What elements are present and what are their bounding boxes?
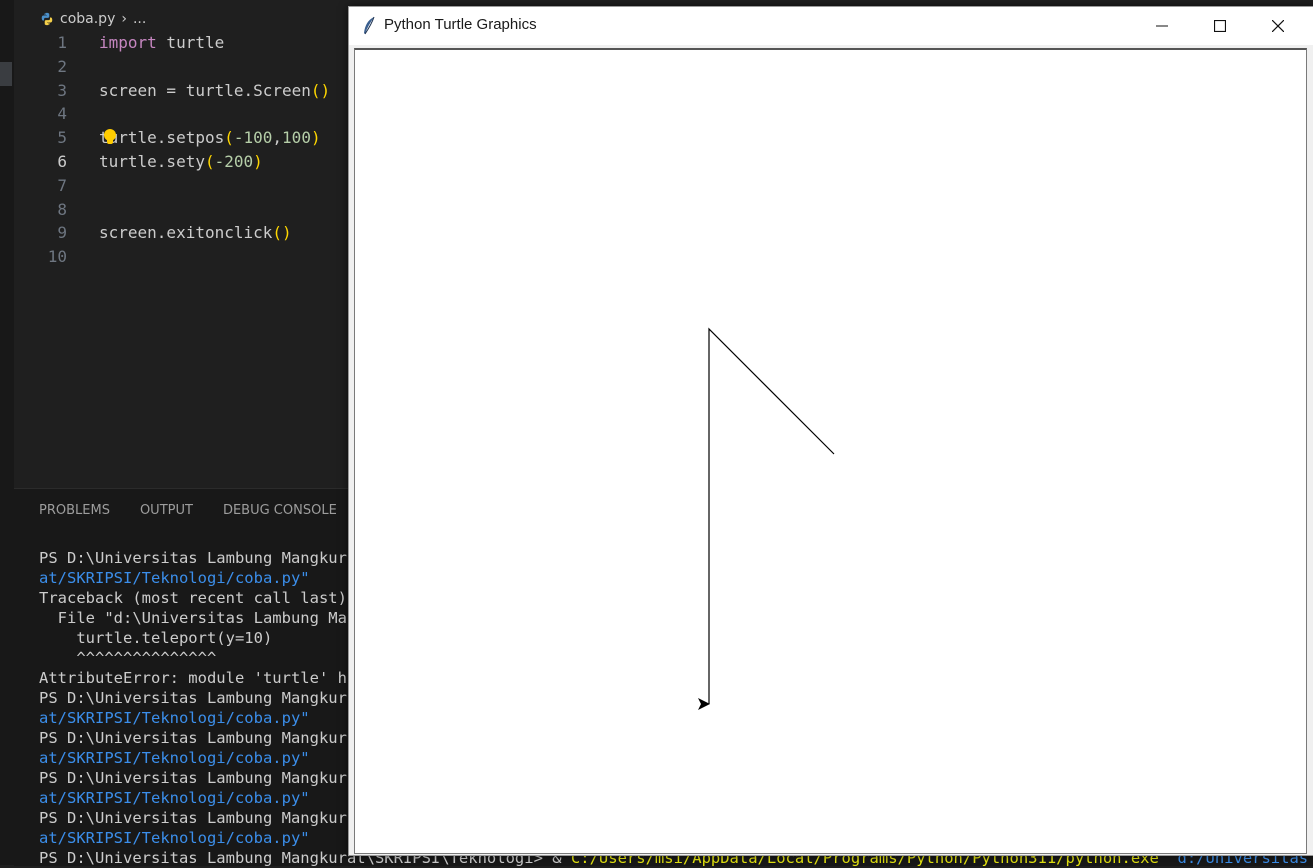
code-token: ( [204,151,215,171]
minimize-button[interactable] [1139,7,1185,45]
minimize-icon [1156,25,1168,27]
terminal-link[interactable]: at/SKRIPSI/Teknologi/coba.py" [39,569,310,587]
turtle-drawing [698,327,835,710]
turtle-path [708,327,835,704]
code-token: ) [253,151,263,171]
activity-indicator [0,62,12,86]
code-token: screen.exitonclick [99,223,273,243]
terminal-text: PS D:\Universitas Lambung Mangkurat [39,689,366,707]
code-token: -200 [214,151,254,171]
maximize-button[interactable] [1197,7,1243,45]
code-text[interactable]: turtle.sety(-200) [99,150,263,174]
python-file-icon [41,12,53,26]
code-token: import [99,33,157,52]
terminal-text: turtle.teleport(y=10) [39,629,273,647]
line-number: 6 [57,151,67,171]
terminal-link[interactable]: at/SKRIPSI/Teknologi/coba.py" [39,709,310,727]
code-token: () [310,80,331,100]
code-token: screen = turtle.Screen [99,80,311,100]
line-number: 9 [57,223,67,243]
breadcrumb[interactable]: coba.py › ... [40,8,146,30]
code-token: -100 [233,128,273,148]
code-token: , [272,128,283,148]
panel-tab[interactable]: OUTPUT [140,503,193,518]
line-number: 10 [47,247,67,267]
line-number: 8 [57,199,67,219]
code-text[interactable]: screen.exitonclick() [99,221,292,245]
line-number: 2 [57,56,67,76]
turtle-cursor-icon [698,698,710,710]
code-token: ( [224,128,234,148]
code-token: 100 [282,128,311,148]
terminal-link[interactable]: at/SKRIPSI/Teknologi/coba.py" [39,829,310,847]
feather-icon [364,16,375,35]
terminal-text: PS D:\Universitas Lambung Mangkurat [39,809,366,827]
maximize-icon [1214,20,1226,32]
code-token: turtle.setpos [99,128,225,148]
line-number: 4 [57,104,67,124]
breadcrumb-more[interactable]: ... [133,11,146,27]
breadcrumb-file[interactable]: coba.py [60,11,115,27]
code-text[interactable]: turtle.setpos(-100,100) [99,126,321,150]
line-number: 7 [57,175,67,195]
terminal-link[interactable]: at/SKRIPSI/Teknologi/coba.py" [39,749,310,767]
panel-tabs: PROBLEMS OUTPUT DEBUG CONSOLE [39,503,337,518]
terminal-text: AttributeError: module 'turtle' has [39,669,366,687]
line-number: 3 [57,80,67,100]
line-number: 5 [57,128,67,148]
code-text[interactable]: screen = turtle.Screen() [99,79,330,103]
window-titlebar[interactable]: Python Turtle Graphics [349,7,1313,45]
turtle-graphics-window[interactable]: Python Turtle Graphics [348,6,1313,856]
panel-tab[interactable]: DEBUG CONSOLE [223,503,337,518]
code-token: ) [310,128,321,148]
terminal-text: PS D:\Universitas Lambung Mangkurat [39,549,366,567]
panel-tab[interactable]: PROBLEMS [39,503,110,518]
activity-bar [0,0,14,865]
close-icon [1272,20,1284,32]
terminal-text: ^^^^^^^^^^^^^^^ [39,649,217,667]
code-token: turtle [156,33,225,52]
code-token: () [272,223,292,243]
code-token: turtle.sety [99,151,205,171]
chevron-right-icon: › [121,11,127,27]
terminal-text: File "d:\Universitas Lambung Mang [39,609,366,627]
terminal-text: PS D:\Universitas Lambung Mangkurat [39,729,366,747]
terminal-text: PS D:\Universitas Lambung Mangkurat [39,769,366,787]
line-number: 1 [57,33,67,52]
terminal-link[interactable]: at/SKRIPSI/Teknologi/coba.py" [39,789,310,807]
terminal-text: Traceback (most recent call last): [39,589,357,607]
code-text[interactable]: import turtle [99,31,224,55]
close-button[interactable] [1255,7,1301,45]
window-title: Python Turtle Graphics [384,16,537,33]
turtle-canvas[interactable] [354,48,1307,854]
